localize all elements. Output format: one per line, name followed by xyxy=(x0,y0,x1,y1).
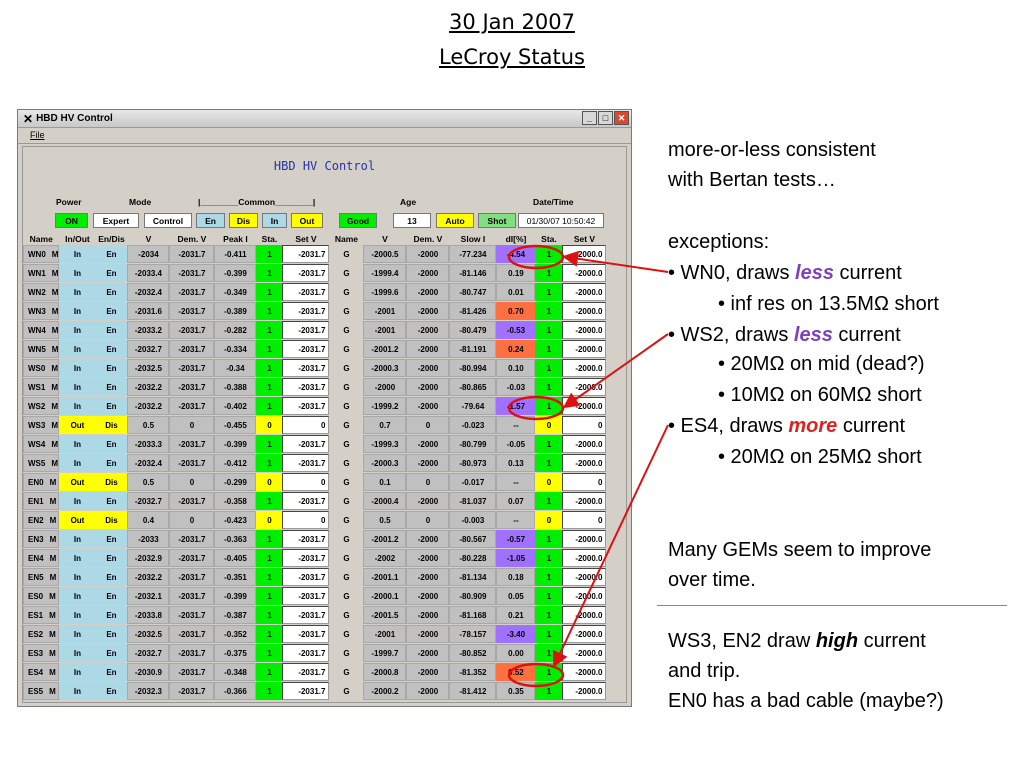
highlight-es4 xyxy=(507,662,565,688)
annotation-overlay xyxy=(507,244,669,688)
arrow-ws2 xyxy=(562,333,669,409)
highlight-ws2 xyxy=(507,395,565,421)
arrow-es4 xyxy=(552,424,669,668)
highlight-wn0 xyxy=(507,244,565,270)
arrow-wn0 xyxy=(562,250,669,273)
